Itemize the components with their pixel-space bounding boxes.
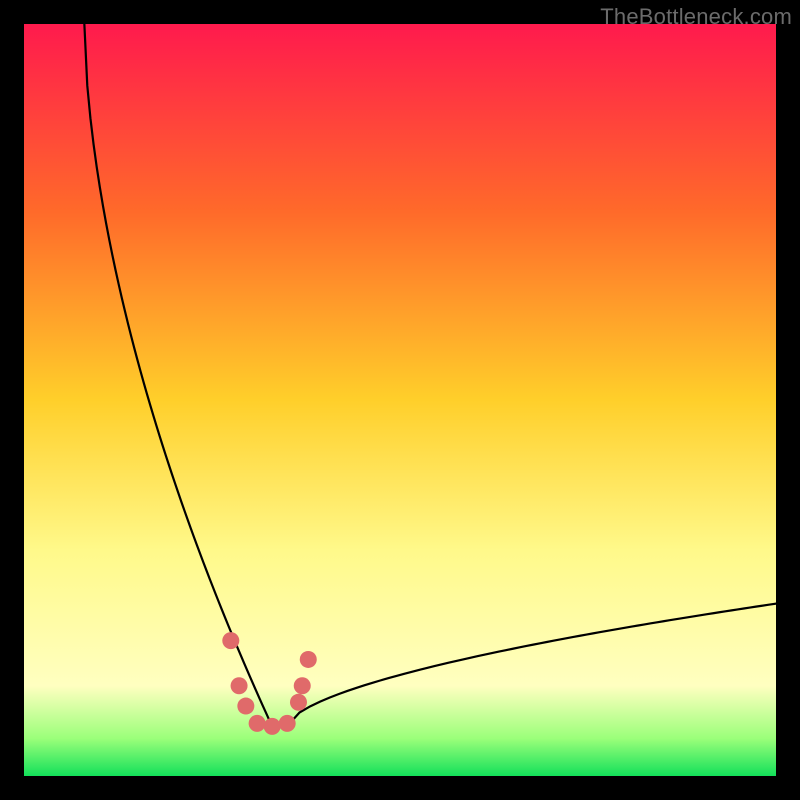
marker-dot (290, 694, 307, 711)
chart-frame (24, 24, 776, 776)
marker-dot (300, 651, 317, 668)
marker-dot (294, 677, 311, 694)
gradient-background (24, 24, 776, 776)
bottleneck-chart (24, 24, 776, 776)
marker-dot (222, 632, 239, 649)
marker-dot (231, 677, 248, 694)
marker-dot (264, 718, 281, 735)
watermark: TheBottleneck.com (600, 4, 792, 30)
marker-dot (237, 698, 254, 715)
marker-dot (249, 715, 266, 732)
marker-dot (279, 715, 296, 732)
